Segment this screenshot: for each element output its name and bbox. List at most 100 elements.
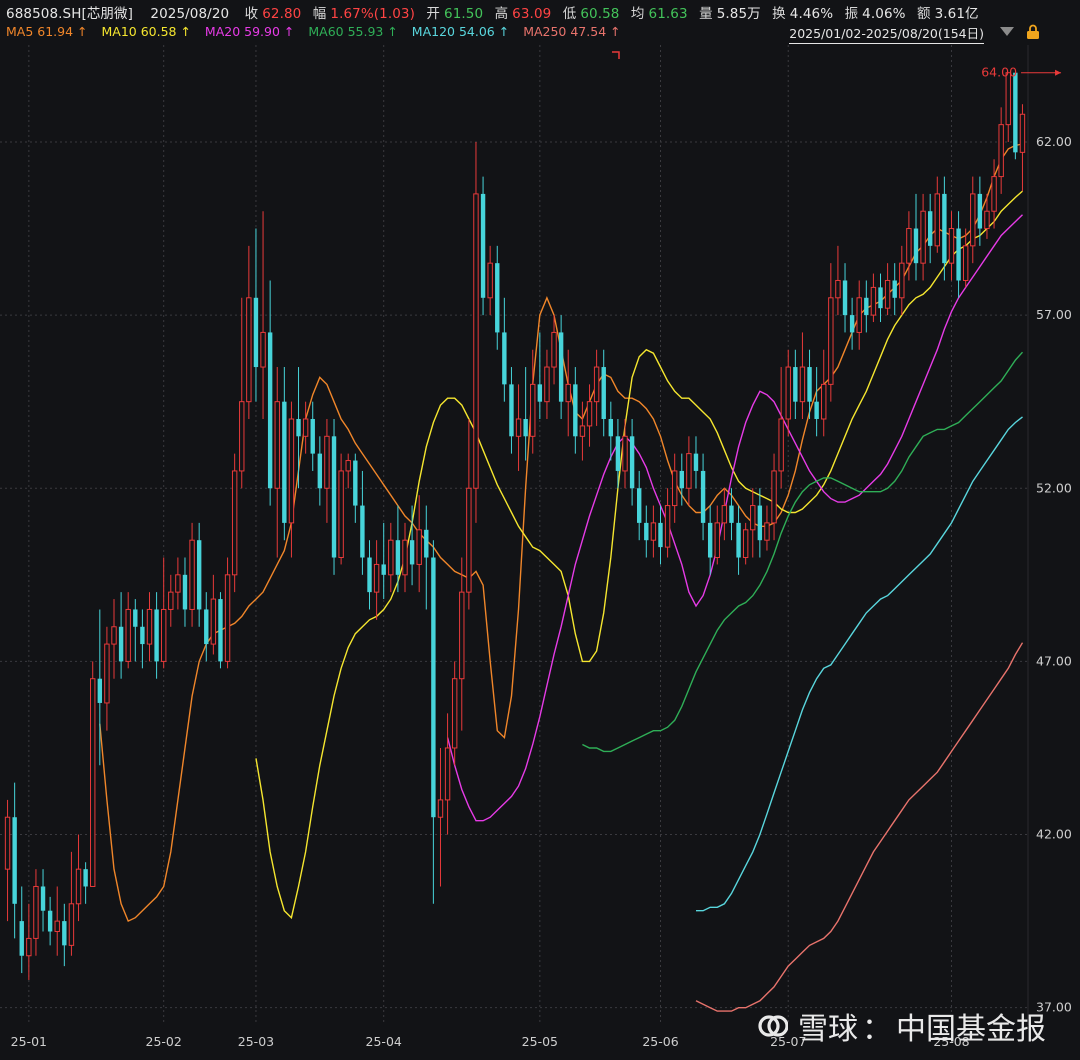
candle-body [331, 436, 337, 558]
candle-body [182, 574, 188, 610]
candle-body [742, 529, 749, 559]
candle-body [956, 228, 961, 281]
candle-body [451, 678, 458, 749]
candle-body [133, 609, 138, 627]
candle-body [424, 529, 429, 558]
candle-body [459, 591, 465, 680]
candle-body [593, 366, 600, 403]
candle-body [714, 522, 720, 559]
candle-body [310, 418, 315, 454]
candle-body [118, 626, 124, 662]
candle-body [622, 435, 628, 472]
candle-body [204, 609, 209, 645]
candle-body [537, 384, 543, 402]
candle-body [246, 297, 252, 403]
candle-body [473, 193, 479, 489]
candle-body [1013, 72, 1018, 153]
candle-body [140, 626, 145, 645]
candle-body [97, 678, 103, 703]
candle-body [345, 460, 351, 472]
candle-body [608, 418, 614, 437]
candle-body [849, 315, 855, 333]
candle-body [260, 331, 266, 368]
x-tick-label: 25-02 [146, 1034, 182, 1049]
candle-body [480, 193, 486, 298]
ma-line-ma250 [695, 642, 1024, 1012]
candle-body [884, 279, 891, 309]
candle-body [515, 418, 522, 437]
candle-body [189, 539, 195, 610]
candle-body [644, 522, 649, 541]
candle-body [26, 937, 32, 957]
candle-body [892, 280, 897, 298]
candle-body [948, 228, 955, 264]
y-tick-label: 62.00 [1036, 134, 1072, 149]
candle-body [388, 539, 394, 576]
candle-body [579, 425, 586, 437]
candle-body [778, 418, 784, 472]
candle-body [679, 470, 684, 489]
candle-body [906, 228, 912, 264]
candle-body [729, 505, 734, 523]
ma-line-ma5 [99, 143, 1023, 923]
candle-body [757, 505, 763, 541]
candle-body [991, 176, 997, 212]
candle-body [487, 262, 493, 299]
candle-body [934, 193, 940, 247]
candle-body [913, 228, 919, 264]
y-tick-label: 42.00 [1036, 827, 1072, 842]
candle-body [927, 211, 933, 246]
candle-body [12, 817, 17, 904]
candle-body [146, 608, 153, 645]
candle-body [90, 678, 96, 887]
candle-body [664, 505, 671, 548]
candle-body [160, 608, 167, 662]
candle-body [381, 564, 386, 575]
candle-body [1005, 72, 1011, 126]
candle-body [210, 598, 217, 645]
candle-body [530, 383, 536, 437]
candle-body [650, 522, 657, 541]
candle-body [544, 366, 550, 403]
candle-body [721, 505, 728, 524]
candle-body [878, 287, 883, 309]
ma-line-ma10 [255, 190, 1023, 920]
max-price-label: 64.00 [981, 65, 1017, 80]
candle-body [693, 453, 699, 471]
candle-body [437, 799, 444, 818]
candle-body [984, 210, 990, 230]
candle-body [573, 384, 578, 437]
candlestick-chart[interactable]: 62.0057.0052.0047.0042.0037.0025-01 25-02… [0, 0, 1080, 1060]
candle-body [700, 470, 706, 523]
candle-body [835, 279, 841, 299]
candle-body [282, 401, 287, 523]
candle-body [253, 297, 259, 368]
candle-body [19, 921, 24, 956]
candle-body [62, 921, 67, 946]
candle-body [502, 332, 507, 385]
candle-body [899, 262, 905, 299]
candle-body [920, 210, 926, 264]
candle-body [33, 885, 39, 939]
corner-marker [612, 51, 620, 59]
candle-body [601, 367, 606, 419]
x-tick-label: 25-01 [11, 1034, 47, 1049]
candle-body [267, 332, 273, 489]
candle-body [416, 529, 422, 565]
candle-body [83, 869, 88, 887]
candle-body [104, 643, 110, 704]
candle-body [509, 384, 514, 437]
candle-body [686, 453, 692, 489]
candle-body [998, 124, 1004, 178]
candle-body [288, 418, 295, 524]
candle-body [658, 522, 663, 548]
candle-body [629, 436, 635, 489]
candle-body [466, 487, 472, 593]
candle-body [523, 418, 528, 437]
candle-body [807, 367, 812, 402]
y-tick-label: 57.00 [1036, 307, 1072, 322]
x-tick-label: 25-04 [366, 1034, 402, 1049]
x-tick-label: 25-06 [642, 1034, 678, 1049]
candle-body [828, 297, 834, 385]
candle-body [47, 910, 53, 932]
